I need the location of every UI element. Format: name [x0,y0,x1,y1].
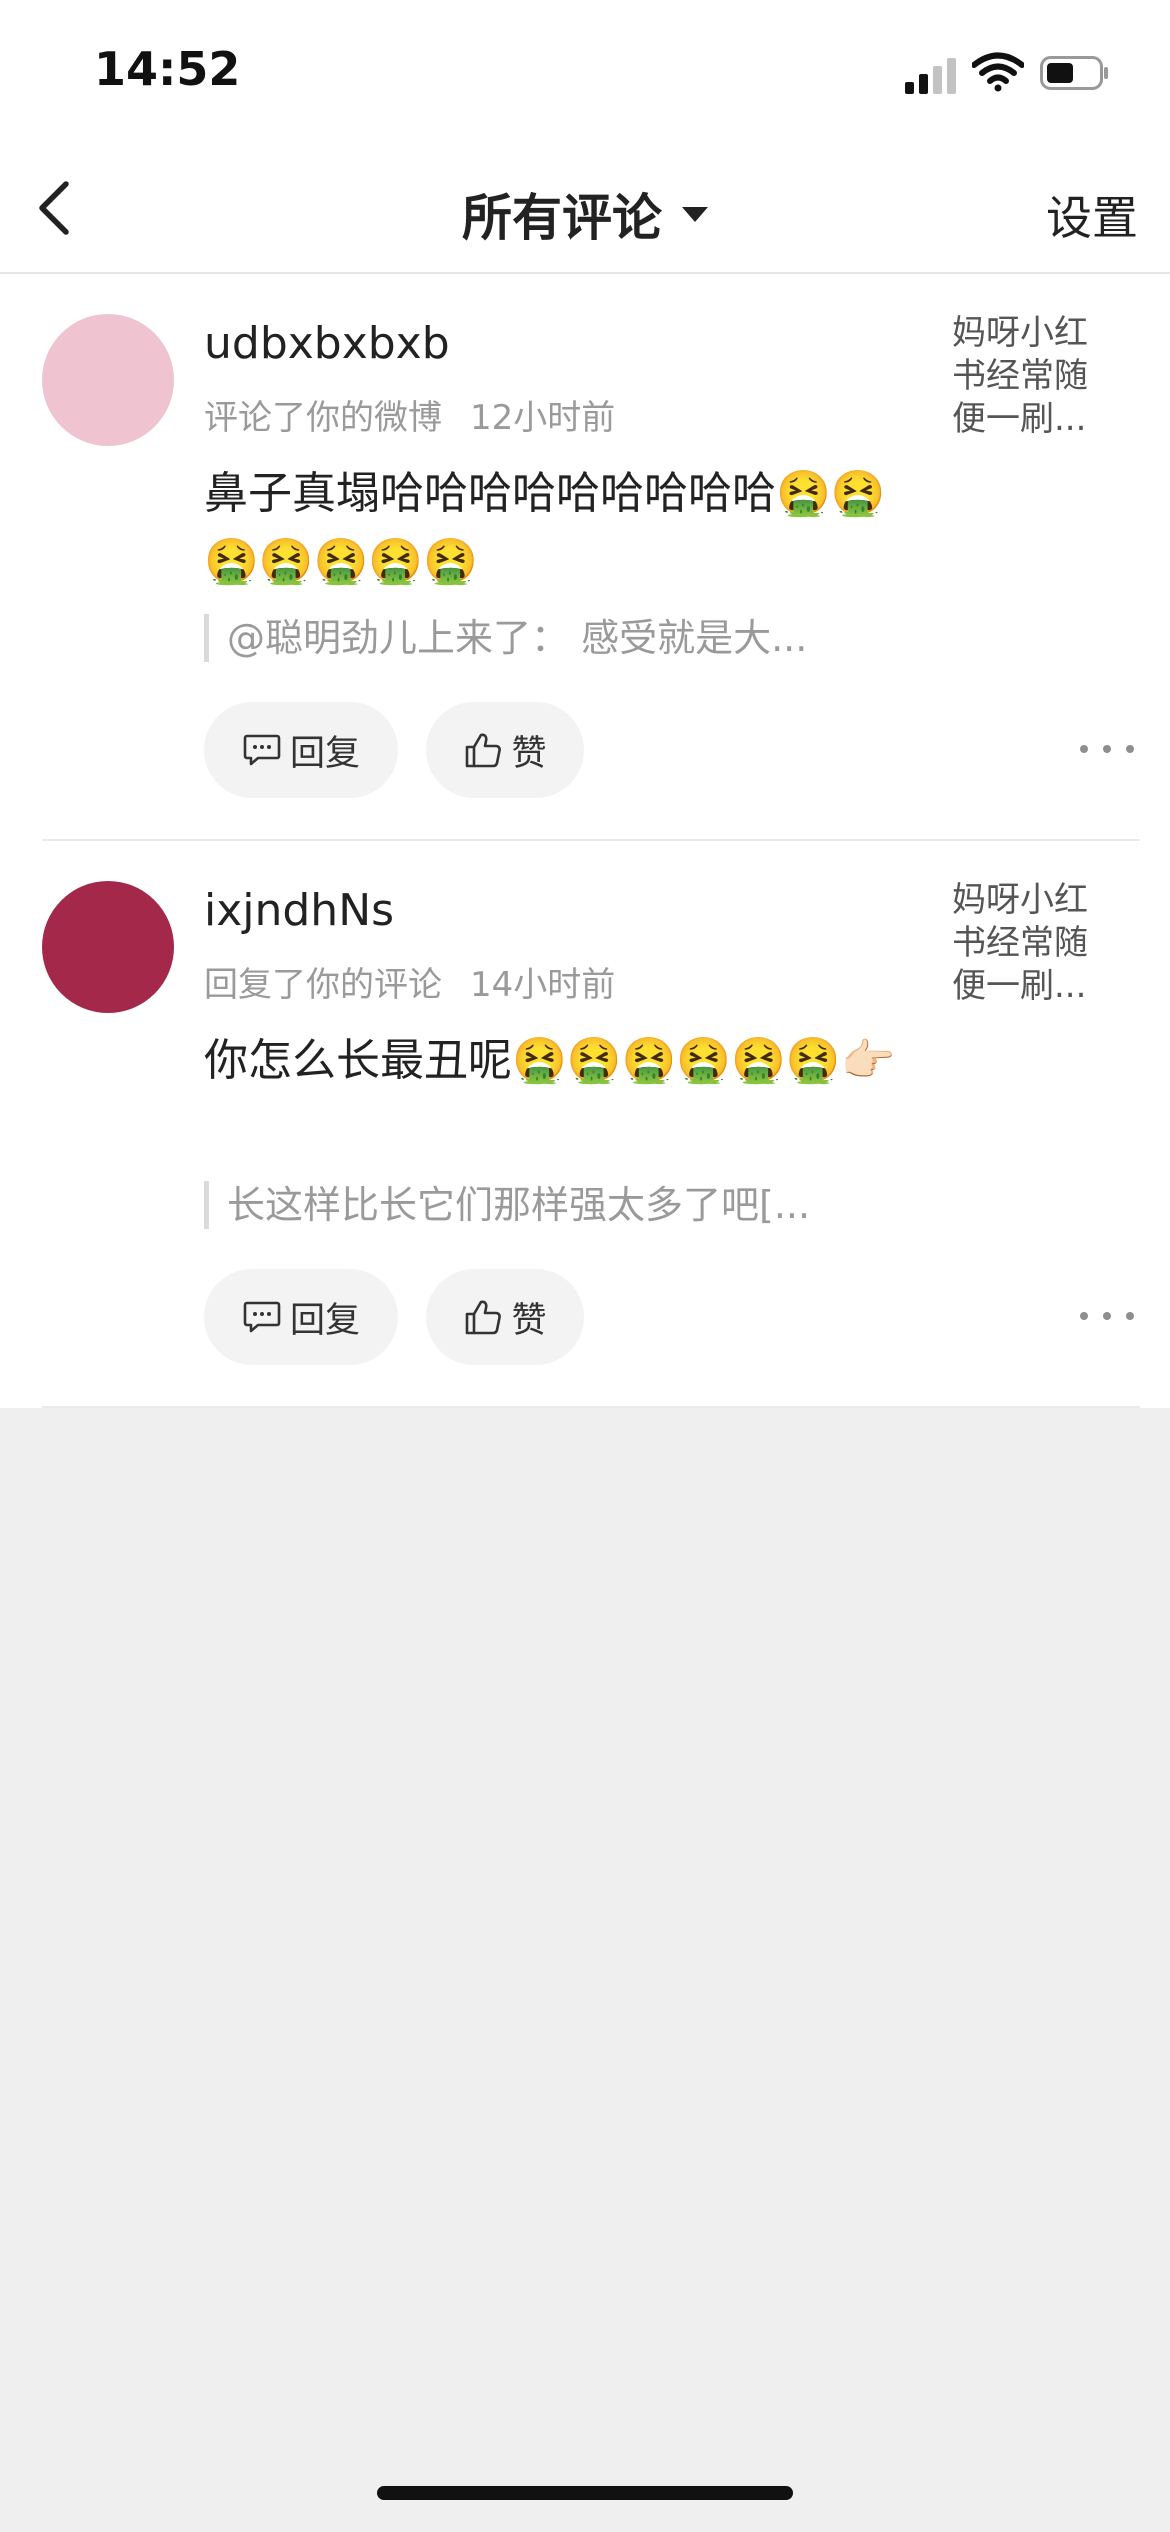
more-options-icon[interactable] [1080,1301,1134,1331]
reply-label: 回复 [289,733,360,774]
comment-bubble-icon [243,1301,281,1333]
quoted-comment[interactable]: @聪明劲儿上来了： 感受就是大... [204,614,924,662]
status-bar: 14:52 [0,0,1170,150]
action-text: 评论了你的微博 [204,398,442,438]
wifi-icon [971,52,1025,92]
more-options-icon[interactable] [1080,734,1134,764]
quoted-comment[interactable]: 长这样比长它们那样强太多了吧[... [204,1181,924,1229]
comment-text: 鼻子真塌哈哈哈哈哈哈哈哈哈🤮🤮🤮🤮🤮🤮🤮 [204,468,886,587]
thumbs-up-icon [466,1300,502,1335]
like-button[interactable]: 赞 [426,702,584,798]
settings-button[interactable]: 设置 [1046,182,1138,248]
reply-button[interactable]: 回复 [204,702,398,798]
comment-text: 你怎么长最丑呢🤮🤮🤮🤮🤮🤮👉🏻 [204,1035,896,1086]
like-label: 赞 [511,733,547,774]
avatar[interactable] [42,881,174,1013]
comment-meta: 评论了你的微博 12小时前 [204,390,615,439]
original-post-preview[interactable]: 妈呀小红书经常随便一刷... [952,879,1116,1008]
navigation-bar: 所有评论 设置 [0,150,1170,274]
divider [42,1406,1140,1408]
like-button[interactable]: 赞 [426,1269,584,1365]
like-label: 赞 [511,1300,547,1341]
comments-page: 14:52 所有评论 设置 udbxbxbxb 评论了你的微博 12小时前 妈呀… [0,0,1170,2532]
username[interactable]: ixjndhNs [204,885,394,936]
thumbs-up-icon [466,733,502,768]
timestamp: 14小时前 [470,965,616,1005]
timestamp: 12小时前 [470,398,616,438]
status-time: 14:52 [94,42,241,96]
original-post-preview[interactable]: 妈呀小红书经常随便一刷... [952,312,1116,441]
action-text: 回复了你的评论 [204,965,442,1005]
comment-item[interactable]: ixjndhNs 回复了你的评论 14小时前 妈呀小红书经常随便一刷... 你怎么… [0,841,1170,1408]
battery-icon [1040,56,1110,90]
comment-bubble-icon [243,734,281,766]
cellular-signal-icon [905,54,959,94]
page-title: 所有评论 [462,189,662,247]
home-indicator[interactable] [377,2486,793,2500]
reply-label: 回复 [289,1300,360,1341]
comment-meta: 回复了你的评论 14小时前 [204,957,615,1006]
caret-down-icon [682,206,708,222]
reply-button[interactable]: 回复 [204,1269,398,1365]
comment-item[interactable]: udbxbxbxb 评论了你的微博 12小时前 妈呀小红书经常随便一刷... 鼻子… [0,274,1170,841]
comment-list: udbxbxbxb 评论了你的微博 12小时前 妈呀小红书经常随便一刷... 鼻子… [0,274,1170,1408]
title-dropdown[interactable]: 所有评论 [0,178,1170,250]
username[interactable]: udbxbxbxb [204,318,450,369]
avatar[interactable] [42,314,174,446]
